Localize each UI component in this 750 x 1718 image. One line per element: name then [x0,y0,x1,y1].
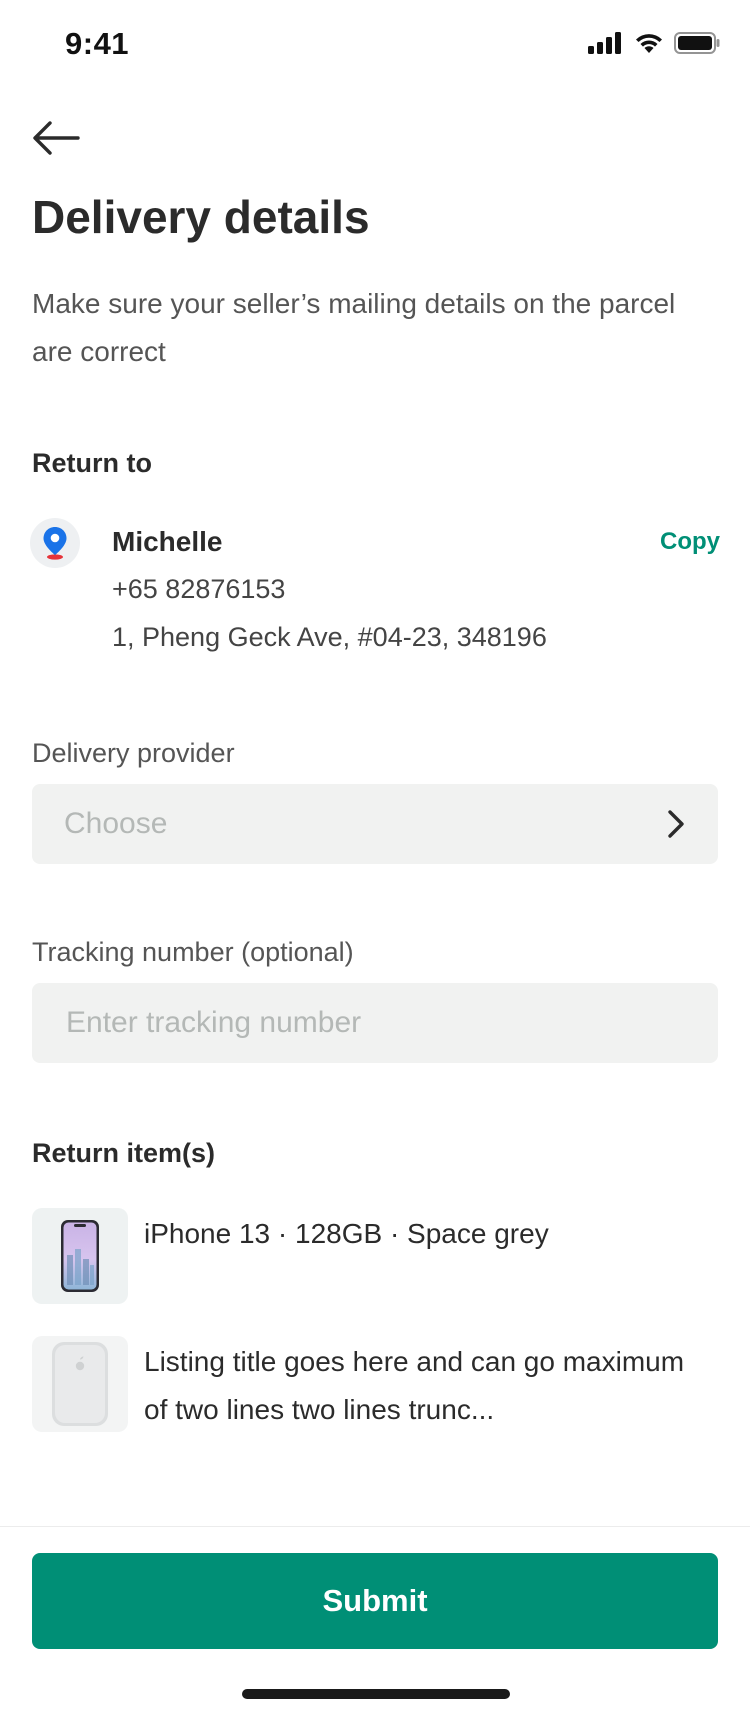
return-item[interactable]: Listing title goes here and can go maxim… [32,1336,722,1432]
back-button[interactable] [30,112,82,164]
status-time: 9:41 [65,26,130,61]
page-subtitle: Make sure your seller’s mailing details … [32,288,676,367]
item-title: Listing title goes here and can go maxim… [144,1346,685,1425]
return-to-label: Return to [32,448,152,478]
footer-divider [0,1526,750,1527]
location-pin-icon [43,527,67,560]
delivery-provider-label: Delivery provider [32,738,235,768]
delivery-provider-select[interactable]: Choose [32,784,718,864]
submit-button[interactable]: Submit [32,1553,718,1649]
return-items-label: Return item(s) [32,1138,216,1168]
recipient-name: Michelle [112,526,223,557]
battery-icon [674,32,720,54]
recipient-address: 1, Pheng Geck Ave, #04-23, 348196 [112,622,547,652]
wifi-icon [636,34,662,53]
cellular-signal-icon [588,32,621,54]
status-icons [588,32,720,54]
item-title: iPhone 13 · 128GB · Space grey [144,1218,549,1249]
return-item[interactable]: iPhone 13 · 128GB · Space grey [32,1208,722,1304]
home-indicator [242,1689,510,1699]
tracking-number-label: Tracking number (optional) [32,937,354,967]
item-thumbnail [32,1336,128,1432]
arrow-left-icon [33,121,80,155]
phone-image [61,1220,99,1292]
tracking-number-input[interactable] [64,1005,686,1041]
status-bar: 9:41 [0,0,750,92]
recipient-phone: +65 82876153 [112,574,286,604]
page-title: Delivery details [32,191,370,243]
location-avatar [30,518,80,568]
chevron-right-icon [668,810,684,838]
delivery-provider-placeholder: Choose [64,807,168,840]
copy-address-button[interactable]: Copy [660,528,720,556]
tracking-number-field[interactable] [32,983,718,1063]
magsafe-battery-image [52,1342,108,1426]
item-thumbnail [32,1208,128,1304]
